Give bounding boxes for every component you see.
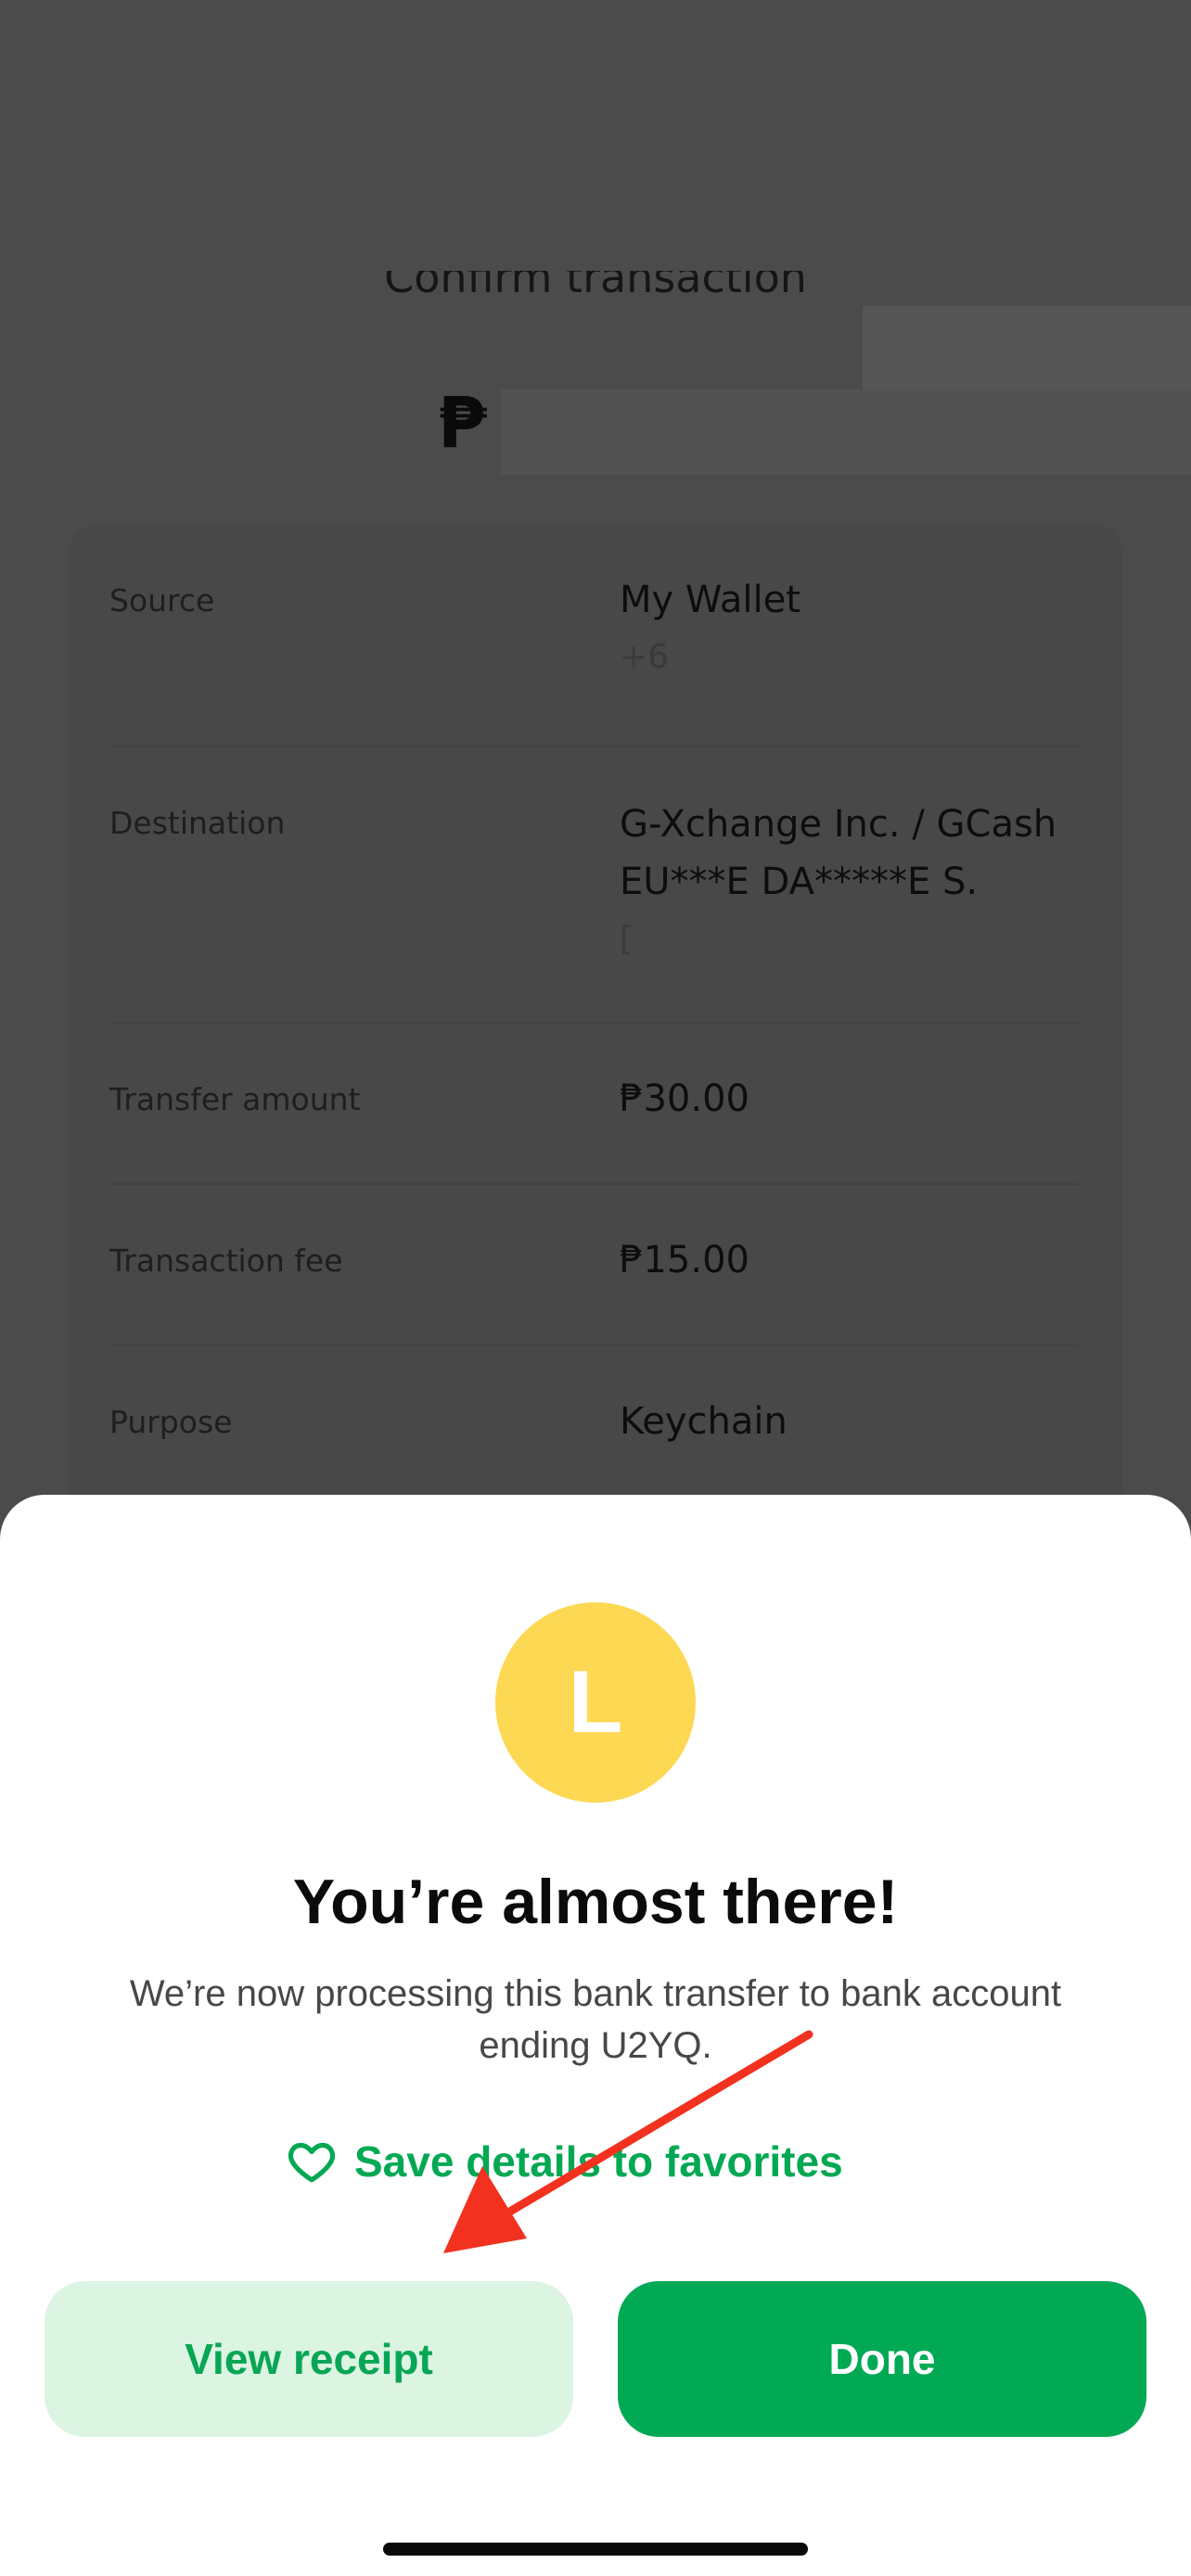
detail-row-transfer-amount: Transfer amount ₱30.00 xyxy=(109,1061,1080,1185)
detail-label: Source xyxy=(109,582,215,618)
redacted-area xyxy=(863,306,1191,389)
peso-symbol: ₱ xyxy=(438,381,487,464)
sheet-headline: You’re almost there! xyxy=(292,1867,899,1937)
recipient-avatar: L xyxy=(495,1602,696,1803)
detail-label: Transfer amount xyxy=(109,1081,361,1117)
sheet-message: We’re now processing this bank transfer … xyxy=(129,1973,1062,2066)
detail-label: Purpose xyxy=(109,1404,233,1440)
detail-value: Keychain xyxy=(620,1400,788,1443)
detail-row-transaction-fee: Transaction fee ₱15.00 xyxy=(109,1222,1080,1346)
detail-row-purpose: Purpose Keychain xyxy=(109,1384,1080,1486)
detail-value: ₱15.00 xyxy=(620,1239,749,1282)
detail-label: Transaction fee xyxy=(109,1243,343,1279)
detail-value: G-Xchange Inc. / GCash EU***E DA*****E S… xyxy=(620,803,1057,958)
detail-value: ₱30.00 xyxy=(620,1078,749,1120)
detail-row-source: Source My Wallet +6 xyxy=(109,575,1080,747)
done-button[interactable]: Done xyxy=(618,2281,1146,2437)
view-receipt-button[interactable]: View receipt xyxy=(45,2281,573,2437)
heart-outline-icon xyxy=(288,2142,336,2183)
detail-label: Destination xyxy=(109,805,286,841)
detail-row-destination: Destination G-Xchange Inc. / GCash EU***… xyxy=(109,794,1080,1024)
save-to-favorites-label: Save details to favorites xyxy=(354,2137,843,2186)
home-indicator xyxy=(383,2543,808,2556)
redacted-amount xyxy=(501,389,1191,475)
save-to-favorites-link[interactable]: Save details to favorites xyxy=(286,2129,843,2194)
detail-value: My Wallet +6 xyxy=(620,579,800,676)
success-bottom-sheet: L You’re almost there! We’re now process… xyxy=(0,1495,1191,2576)
